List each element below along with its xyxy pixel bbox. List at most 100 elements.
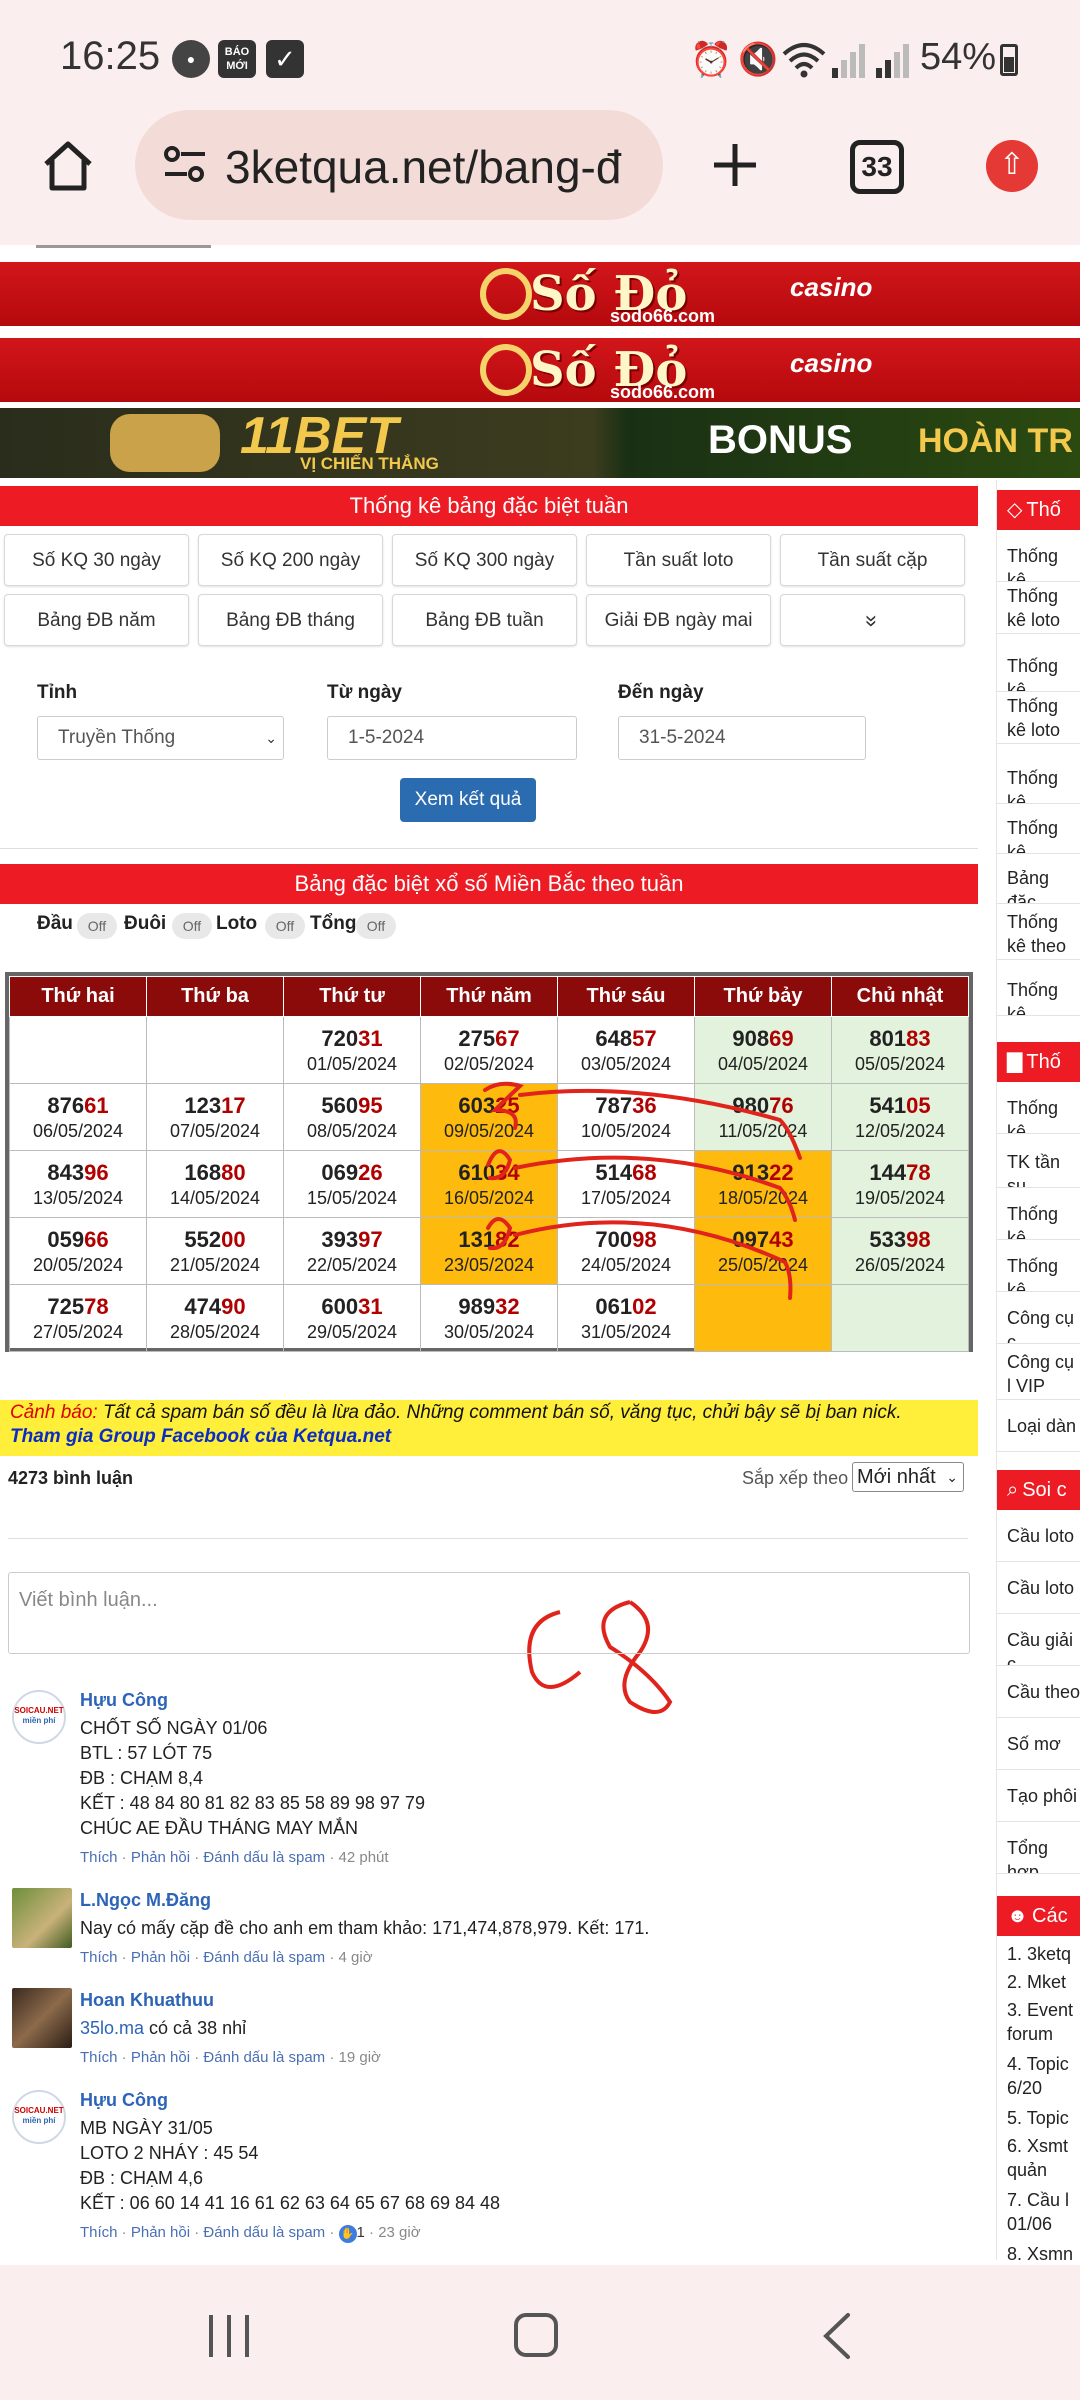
toggle-switch[interactable]: Off (77, 913, 117, 939)
sidebar-item[interactable]: TK tần su (997, 1136, 1080, 1188)
province-select[interactable]: Truyền Thống ⌄ (37, 716, 284, 760)
sidebar-item[interactable]: Thống kê (997, 1188, 1080, 1240)
sidebar-link[interactable]: 6. Xsmt quản (1007, 2134, 1080, 2182)
like-link[interactable]: Thích (80, 2049, 118, 2066)
sidebar-item[interactable]: Loại dàn (997, 1400, 1080, 1452)
sidebar-item[interactable]: Thống kê loto (997, 692, 1080, 744)
mark-spam-link[interactable]: Đánh dấu là spam (203, 1949, 325, 1966)
reply-link[interactable]: Phản hồi (131, 2049, 190, 2066)
sidebar-link[interactable]: 4. Topic 6/20 (1007, 2052, 1080, 2100)
like-link[interactable]: Thích (80, 2224, 118, 2241)
address-bar[interactable]: 3ketqua.net/bang-đ (135, 110, 663, 220)
reply-link[interactable]: Phản hồi (131, 2224, 190, 2241)
stats-nav-button[interactable]: Giải ĐB ngày mai (586, 594, 771, 646)
submit-button[interactable]: Xem kết quả (400, 778, 536, 822)
battery-level: 54% (920, 36, 997, 78)
stats-nav-button[interactable]: Tần suất loto (586, 534, 771, 586)
sidebar-link[interactable]: 3. Event forum (1007, 1998, 1080, 2046)
chevron-down-icon: ⌄ (265, 730, 277, 746)
chevron-down-icon: ⌄ (946, 1469, 958, 1485)
sidebar: ◇ Thố Thống kê Thống kê loto Thống kê Thống k… (996, 480, 1080, 2260)
site-settings-icon[interactable] (163, 144, 207, 184)
sidebar-item[interactable]: Thống kê (997, 1240, 1080, 1292)
sidebar-item[interactable]: Cầu loto (997, 1562, 1080, 1614)
new-tab-icon[interactable] (710, 140, 760, 190)
to-date-input[interactable]: 31-5-2024 (618, 716, 866, 760)
update-icon[interactable]: ⇧ (986, 140, 1038, 192)
sidebar-link[interactable]: 5. Topic (1007, 2106, 1080, 2130)
mark-spam-link[interactable]: Đánh dấu là spam (203, 1849, 325, 1866)
sidebar-item[interactable]: Cầu giải c (997, 1614, 1080, 1666)
comment-input[interactable]: Viết bình luận... (8, 1572, 970, 1654)
sidebar-item[interactable]: Thống kê loto (997, 582, 1080, 634)
toggle-switch[interactable]: Off (265, 913, 305, 939)
avatar[interactable]: SOICAU.NET miền phí (12, 2090, 66, 2144)
sidebar-link[interactable]: 2. Mket (1007, 1970, 1080, 1994)
reply-link[interactable]: Phản hồi (131, 1849, 190, 1866)
facebook-group-link[interactable]: Tham gia Group Facebook của Ketqua.net (10, 1426, 968, 1448)
sidebar-item[interactable]: Thống kê (997, 530, 1080, 582)
sidebar-item[interactable]: Thống kê theo Đặc (997, 908, 1080, 960)
stats-nav-button[interactable]: Số KQ 200 ngày (198, 534, 383, 586)
reply-link[interactable]: Phản hồi (131, 1949, 190, 1966)
tab-switcher-button[interactable]: 33 (850, 140, 904, 194)
avatar[interactable]: SOICAU.NET miền phí (12, 1690, 66, 1744)
stats-nav-button[interactable]: Tần suất cặp (780, 534, 965, 586)
back-icon[interactable] (820, 2311, 854, 2361)
sidebar-link[interactable]: 7. Cầu l 01/06 (1007, 2188, 1080, 2236)
comment-link[interactable]: 35lo.ma (80, 2018, 144, 2038)
11bet-sub: VỊ CHIẾN THẮNG (300, 454, 439, 473)
stats-nav-button[interactable]: Bảng ĐB tuần (392, 594, 577, 646)
home-nav-icon[interactable] (514, 2313, 558, 2357)
stats-nav-more-button[interactable]: » (780, 594, 965, 646)
sort-label: Sắp xếp theo (742, 1468, 849, 1488)
sidebar-item[interactable]: Thống kê (997, 1082, 1080, 1134)
stats-nav-button[interactable]: Bảng ĐB năm (4, 594, 189, 646)
comment-actions: Thích · Phản hồi · Đánh dấu là spam · ✋ 1… (80, 2224, 421, 2243)
sidebar-item[interactable]: Cầu theo (997, 1666, 1080, 1718)
mark-spam-link[interactable]: Đánh dấu là spam (203, 2224, 325, 2241)
avatar[interactable] (12, 1888, 72, 1948)
separator: · (325, 1949, 339, 1966)
sidebar-link[interactable]: 1. 3ketq (1007, 1942, 1080, 1966)
sidebar-link[interactable]: 8. Xsmn (1007, 2242, 1080, 2260)
like-link[interactable]: Thích (80, 1949, 118, 1966)
sidebar-item[interactable]: Thống kê (997, 802, 1080, 854)
toggle-switch[interactable]: Off (172, 913, 212, 939)
toggle-label: Tổng (310, 913, 357, 934)
from-date-input[interactable]: 1-5-2024 (327, 716, 577, 760)
sidebar-item[interactable]: Bảng đặc (997, 852, 1080, 904)
sidebar-item[interactable]: Số mơ (997, 1718, 1080, 1770)
avatar[interactable] (12, 1988, 72, 2048)
sidebar-item[interactable]: Thống kê (997, 640, 1080, 692)
diamond-icon: ◇ (1007, 499, 1023, 521)
sidebar-item[interactable]: Thống kê (997, 752, 1080, 804)
stats-nav-button[interactable]: Số KQ 30 ngày (4, 534, 189, 586)
toggle-switch[interactable]: Off (356, 913, 396, 939)
stats-nav-button[interactable]: Số KQ 300 ngày (392, 534, 577, 586)
sidebar-item[interactable]: Tổng hợp (997, 1822, 1080, 1874)
comment-author[interactable]: Hựu Công (80, 1690, 168, 1711)
sort-select[interactable]: Mới nhất ⌄ (852, 1462, 964, 1492)
home-icon[interactable] (40, 138, 96, 194)
sidebar-item[interactable]: Tạo phôi (997, 1770, 1080, 1822)
to-date-label: Đến ngày (618, 682, 704, 703)
sodo-banner-2[interactable]: Số Đỏ casino sodo66.com (0, 338, 1080, 402)
stats-nav-button[interactable]: Bảng ĐB tháng (198, 594, 383, 646)
sodo-banner-1[interactable]: Số Đỏ casino sodo66.com (0, 262, 1080, 326)
comment-actions: Thích · Phản hồi · Đánh dấu là spam · 42… (80, 1849, 389, 1866)
sidebar-item[interactable]: Công cụ c (997, 1292, 1080, 1344)
recents-icon[interactable] (205, 2313, 253, 2359)
mark-spam-link[interactable]: Đánh dấu là spam (203, 2049, 325, 2066)
sidebar-item[interactable]: Cầu loto (997, 1510, 1080, 1562)
warning-text: Tất cả spam bán số đều là lừa đảo. Những… (97, 1402, 902, 1423)
comment-author[interactable]: L.Ngọc M.Đăng (80, 1890, 211, 1911)
like-link[interactable]: Thích (80, 1849, 118, 1866)
comment-text: CHỐT SỐ NGÀY 01/06 (80, 1718, 268, 1738)
comment-author[interactable]: Hựu Công (80, 2090, 168, 2111)
11bet-banner[interactable]: 11BET VỊ CHIẾN THẮNG BONUS HOÀN TR (0, 408, 1080, 478)
sidebar-item[interactable]: Thống kê (997, 964, 1080, 1016)
comment-text: 35lo.ma có cả 38 nhỉ (80, 2018, 246, 2039)
sidebar-item[interactable]: Công cụ l VIP (997, 1348, 1080, 1400)
comment-author[interactable]: Hoan Khuathuu (80, 1990, 214, 2011)
